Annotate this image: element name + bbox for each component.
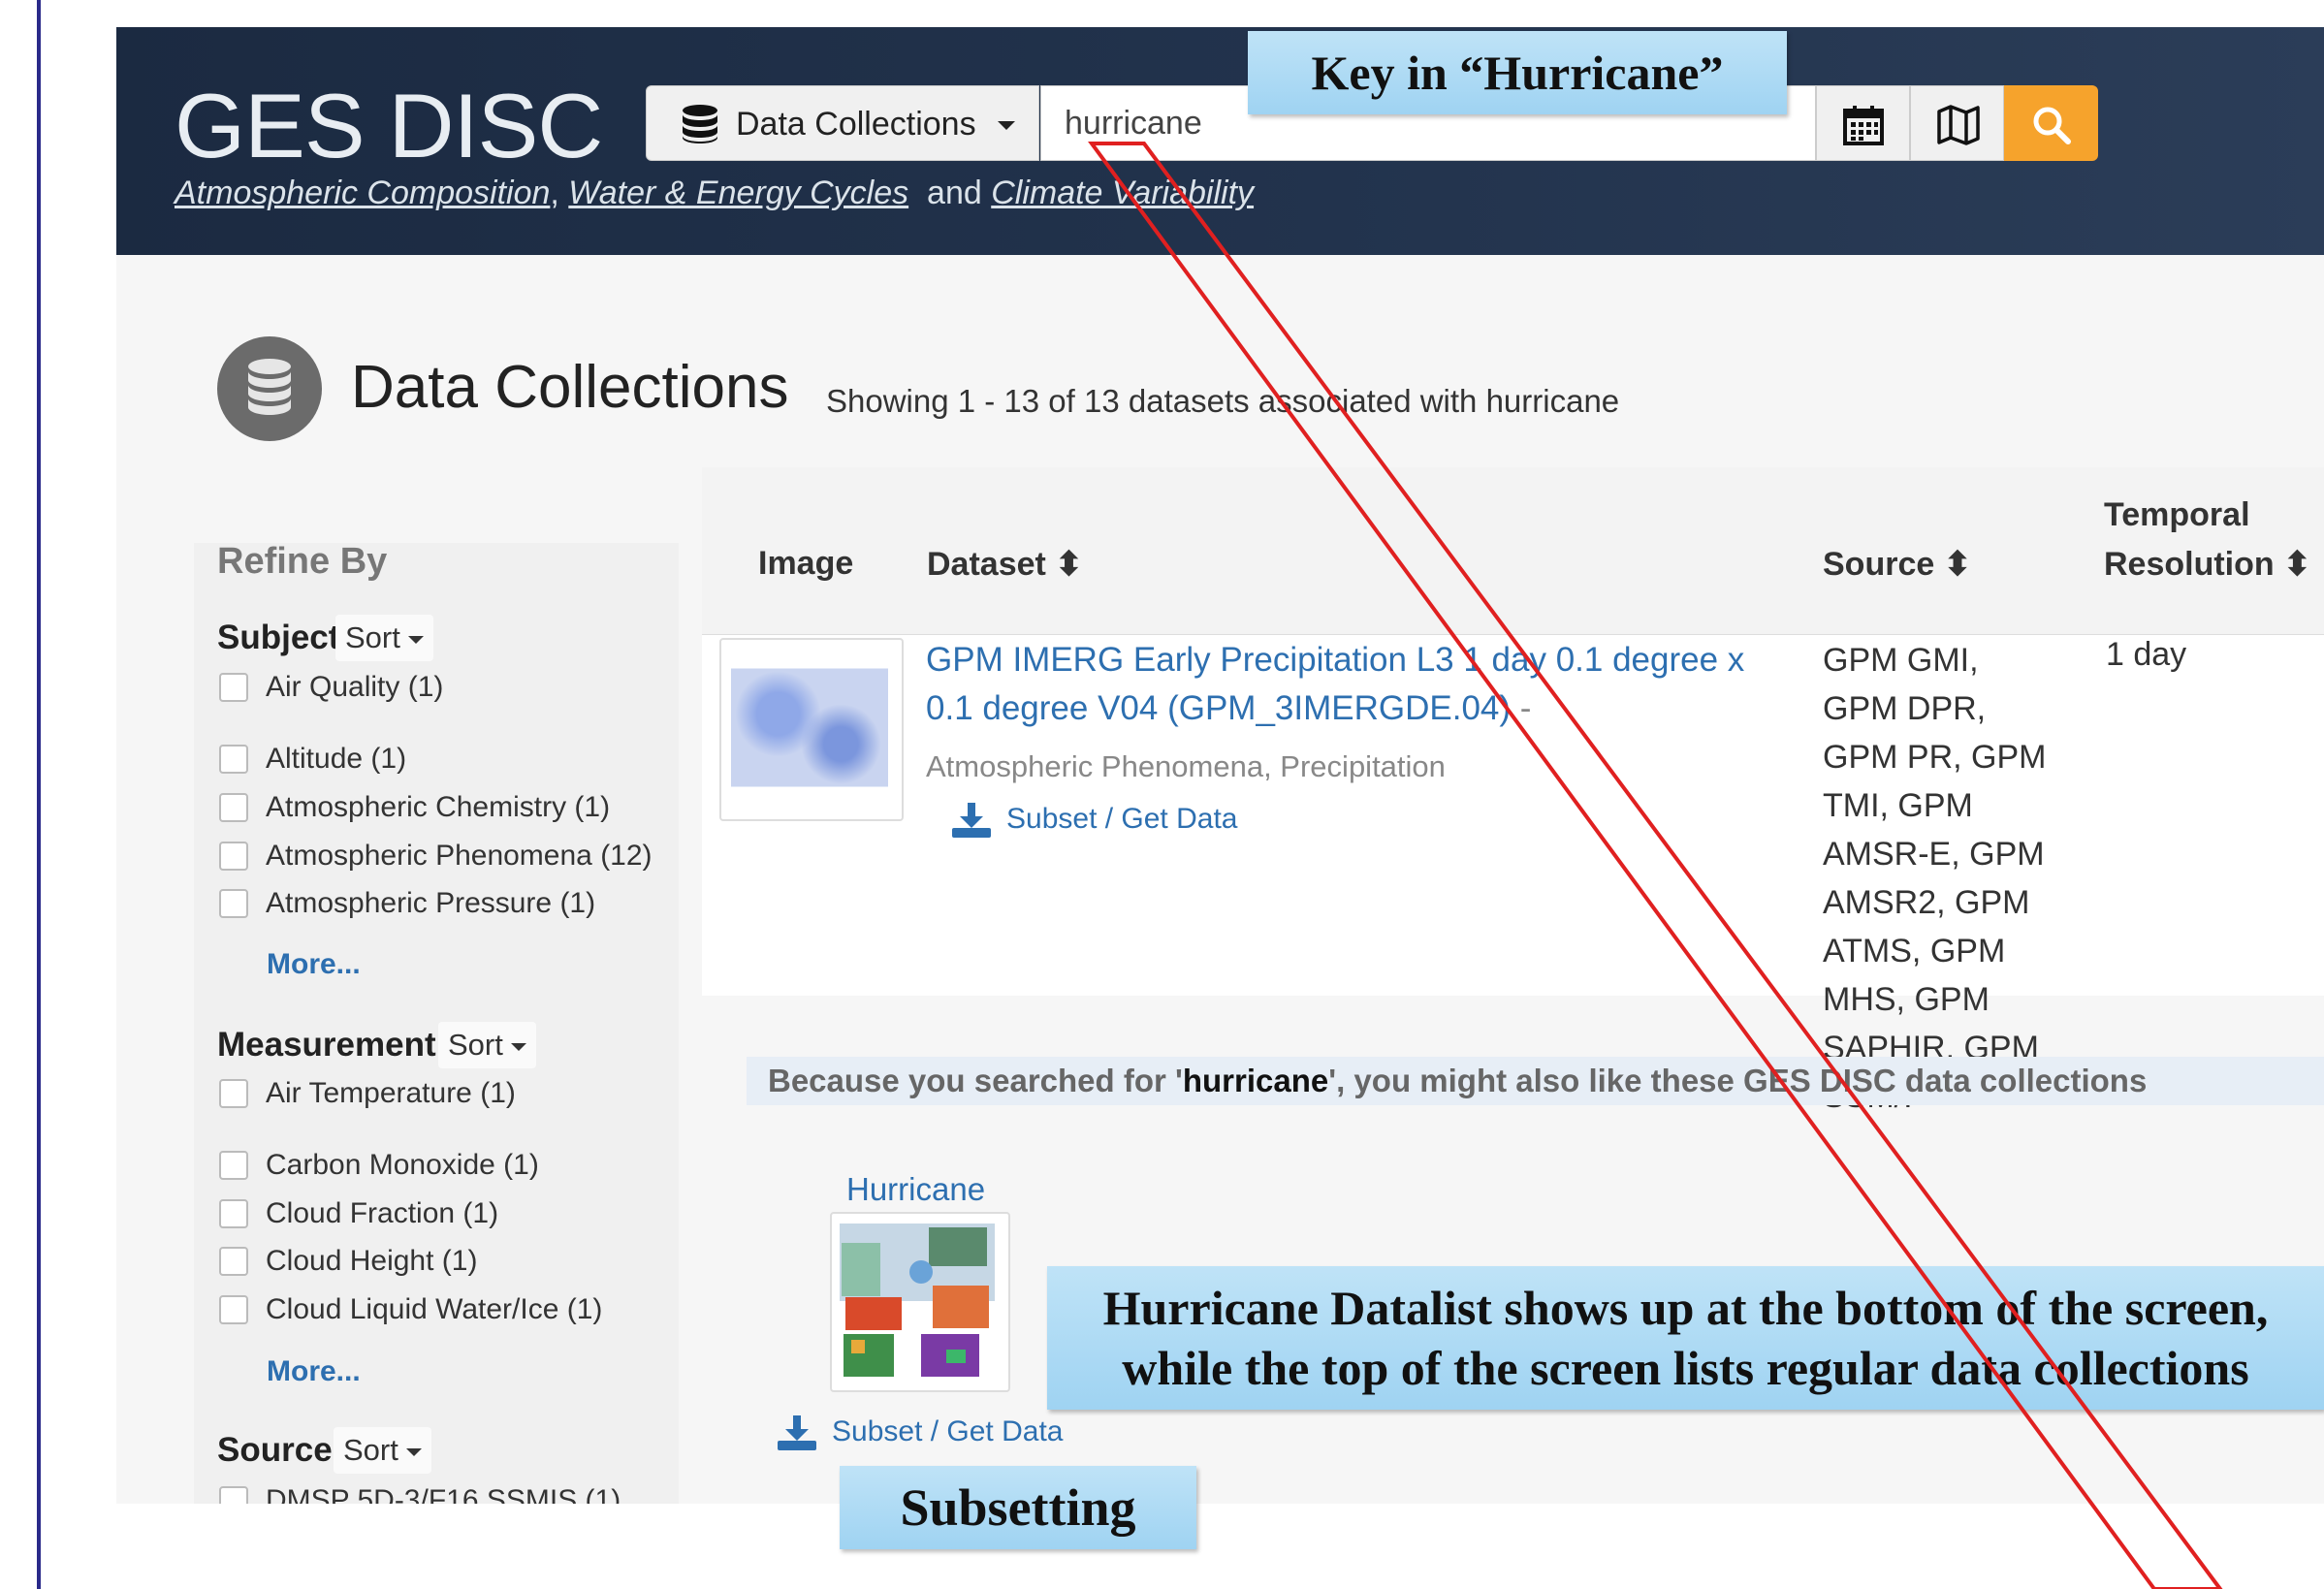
arrow-overlay bbox=[1088, 142, 2223, 1589]
red-arrow-outline bbox=[1088, 142, 2223, 1589]
